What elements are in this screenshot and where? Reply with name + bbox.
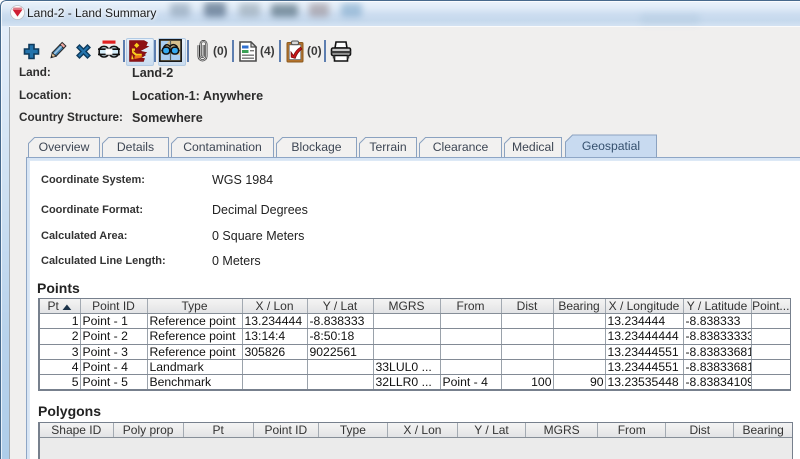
svg-text:Clearance: Clearance [433, 140, 489, 154]
svg-text:Geospatial: Geospatial [582, 139, 640, 153]
svg-text:Blockage: Blockage [291, 140, 341, 154]
svg-text:Details: Details [117, 140, 154, 154]
svg-text:Overview: Overview [39, 140, 90, 154]
svg-text:Terrain: Terrain [369, 140, 406, 154]
svg-text:Medical: Medical [512, 140, 554, 154]
svg-text:Contamination: Contamination [183, 140, 262, 154]
